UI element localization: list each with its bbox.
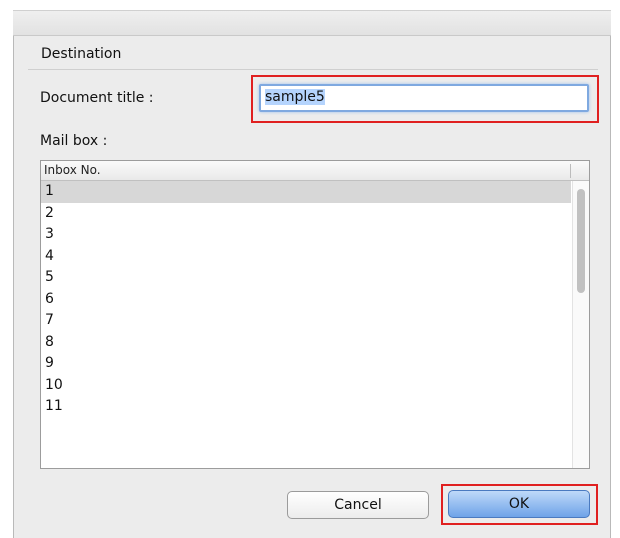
document-title-input[interactable]: sample5 (259, 84, 589, 112)
list-item[interactable]: 9 (41, 353, 571, 375)
section-title: Destination (41, 46, 122, 62)
mailbox-rows: 1 2 3 4 5 6 7 8 9 10 11 (41, 181, 571, 418)
list-scrollbar[interactable] (572, 181, 589, 468)
cancel-button[interactable]: Cancel (287, 491, 429, 519)
list-item[interactable]: 2 (41, 203, 571, 225)
list-item[interactable]: 11 (41, 396, 571, 418)
list-item[interactable]: 10 (41, 375, 571, 397)
mailbox-label: Mail box : (40, 133, 108, 149)
dialog-top-bar (13, 10, 611, 36)
list-item[interactable]: 4 (41, 246, 571, 268)
list-item[interactable]: 7 (41, 310, 571, 332)
document-title-label: Document title : (40, 90, 154, 106)
list-item[interactable]: 5 (41, 267, 571, 289)
mailbox-list[interactable]: Inbox No. 1 2 3 4 5 6 7 8 9 10 11 (40, 160, 590, 469)
header-divider (570, 164, 571, 178)
inbox-column-header-label: Inbox No. (44, 163, 101, 177)
document-title-value: sample5 (265, 89, 325, 105)
list-item[interactable]: 1 (41, 181, 571, 203)
scrollbar-thumb[interactable] (577, 189, 585, 293)
list-item[interactable]: 3 (41, 224, 571, 246)
list-item[interactable]: 6 (41, 289, 571, 311)
inbox-column-header[interactable]: Inbox No. (41, 161, 589, 181)
section-divider (28, 69, 598, 70)
list-item[interactable]: 8 (41, 332, 571, 354)
ok-button[interactable]: OK (448, 490, 590, 518)
